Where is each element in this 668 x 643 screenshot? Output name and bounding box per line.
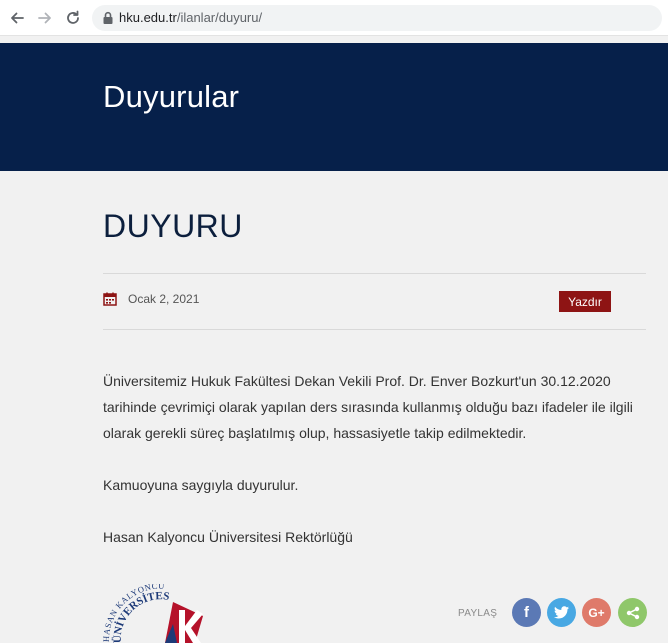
url-path: /ilanlar/duyuru/ (176, 10, 263, 25)
arrow-right-icon (38, 12, 51, 24)
google-plus-share-button[interactable]: G+ (582, 598, 611, 627)
facebook-icon: f (524, 604, 529, 621)
body-paragraph: Üniversitemiz Hukuk Fakültesi Dekan Veki… (103, 373, 633, 441)
post-body: Üniversitemiz Hukuk Fakültesi Dekan Veki… (103, 368, 648, 550)
arrow-left-icon (11, 12, 24, 24)
print-button[interactable]: Yazdır (559, 291, 611, 312)
post-title: DUYURU (103, 208, 243, 244)
page-header: Duyurular (0, 43, 668, 171)
post-date: Ocak 2, 2021 (128, 292, 200, 306)
url-text: hku.edu.tr/ilanlar/duyuru/ (119, 10, 262, 25)
divider (103, 273, 646, 274)
google-plus-icon: G+ (588, 605, 605, 620)
page-title: Duyurular (103, 79, 240, 114)
browser-toolbar: hku.edu.tr/ilanlar/duyuru/ (0, 0, 668, 36)
reload-icon (67, 10, 79, 24)
share-label: PAYLAŞ (458, 608, 498, 619)
divider (103, 329, 646, 330)
forward-button[interactable] (35, 8, 55, 28)
twitter-share-button[interactable] (547, 598, 576, 627)
url-host: hku.edu.tr (119, 10, 177, 25)
address-bar[interactable]: hku.edu.tr/ilanlar/duyuru/ (92, 5, 662, 31)
reload-button[interactable] (63, 8, 83, 28)
university-logo: HASAN KALYONCU ÜNİVERSİTESİ (103, 584, 203, 643)
calendar-icon (103, 292, 117, 306)
share-icon (626, 606, 639, 619)
body-paragraph: Kamuoyuna saygıyla duyurulur. (103, 477, 299, 493)
signature-line: Hasan Kalyoncu Üniversitesi Rektörlüğü (103, 529, 353, 545)
twitter-icon (554, 606, 569, 619)
facebook-share-button[interactable]: f (512, 598, 541, 627)
lock-icon (103, 11, 113, 24)
back-button[interactable] (7, 8, 27, 28)
share-button[interactable] (618, 598, 647, 627)
